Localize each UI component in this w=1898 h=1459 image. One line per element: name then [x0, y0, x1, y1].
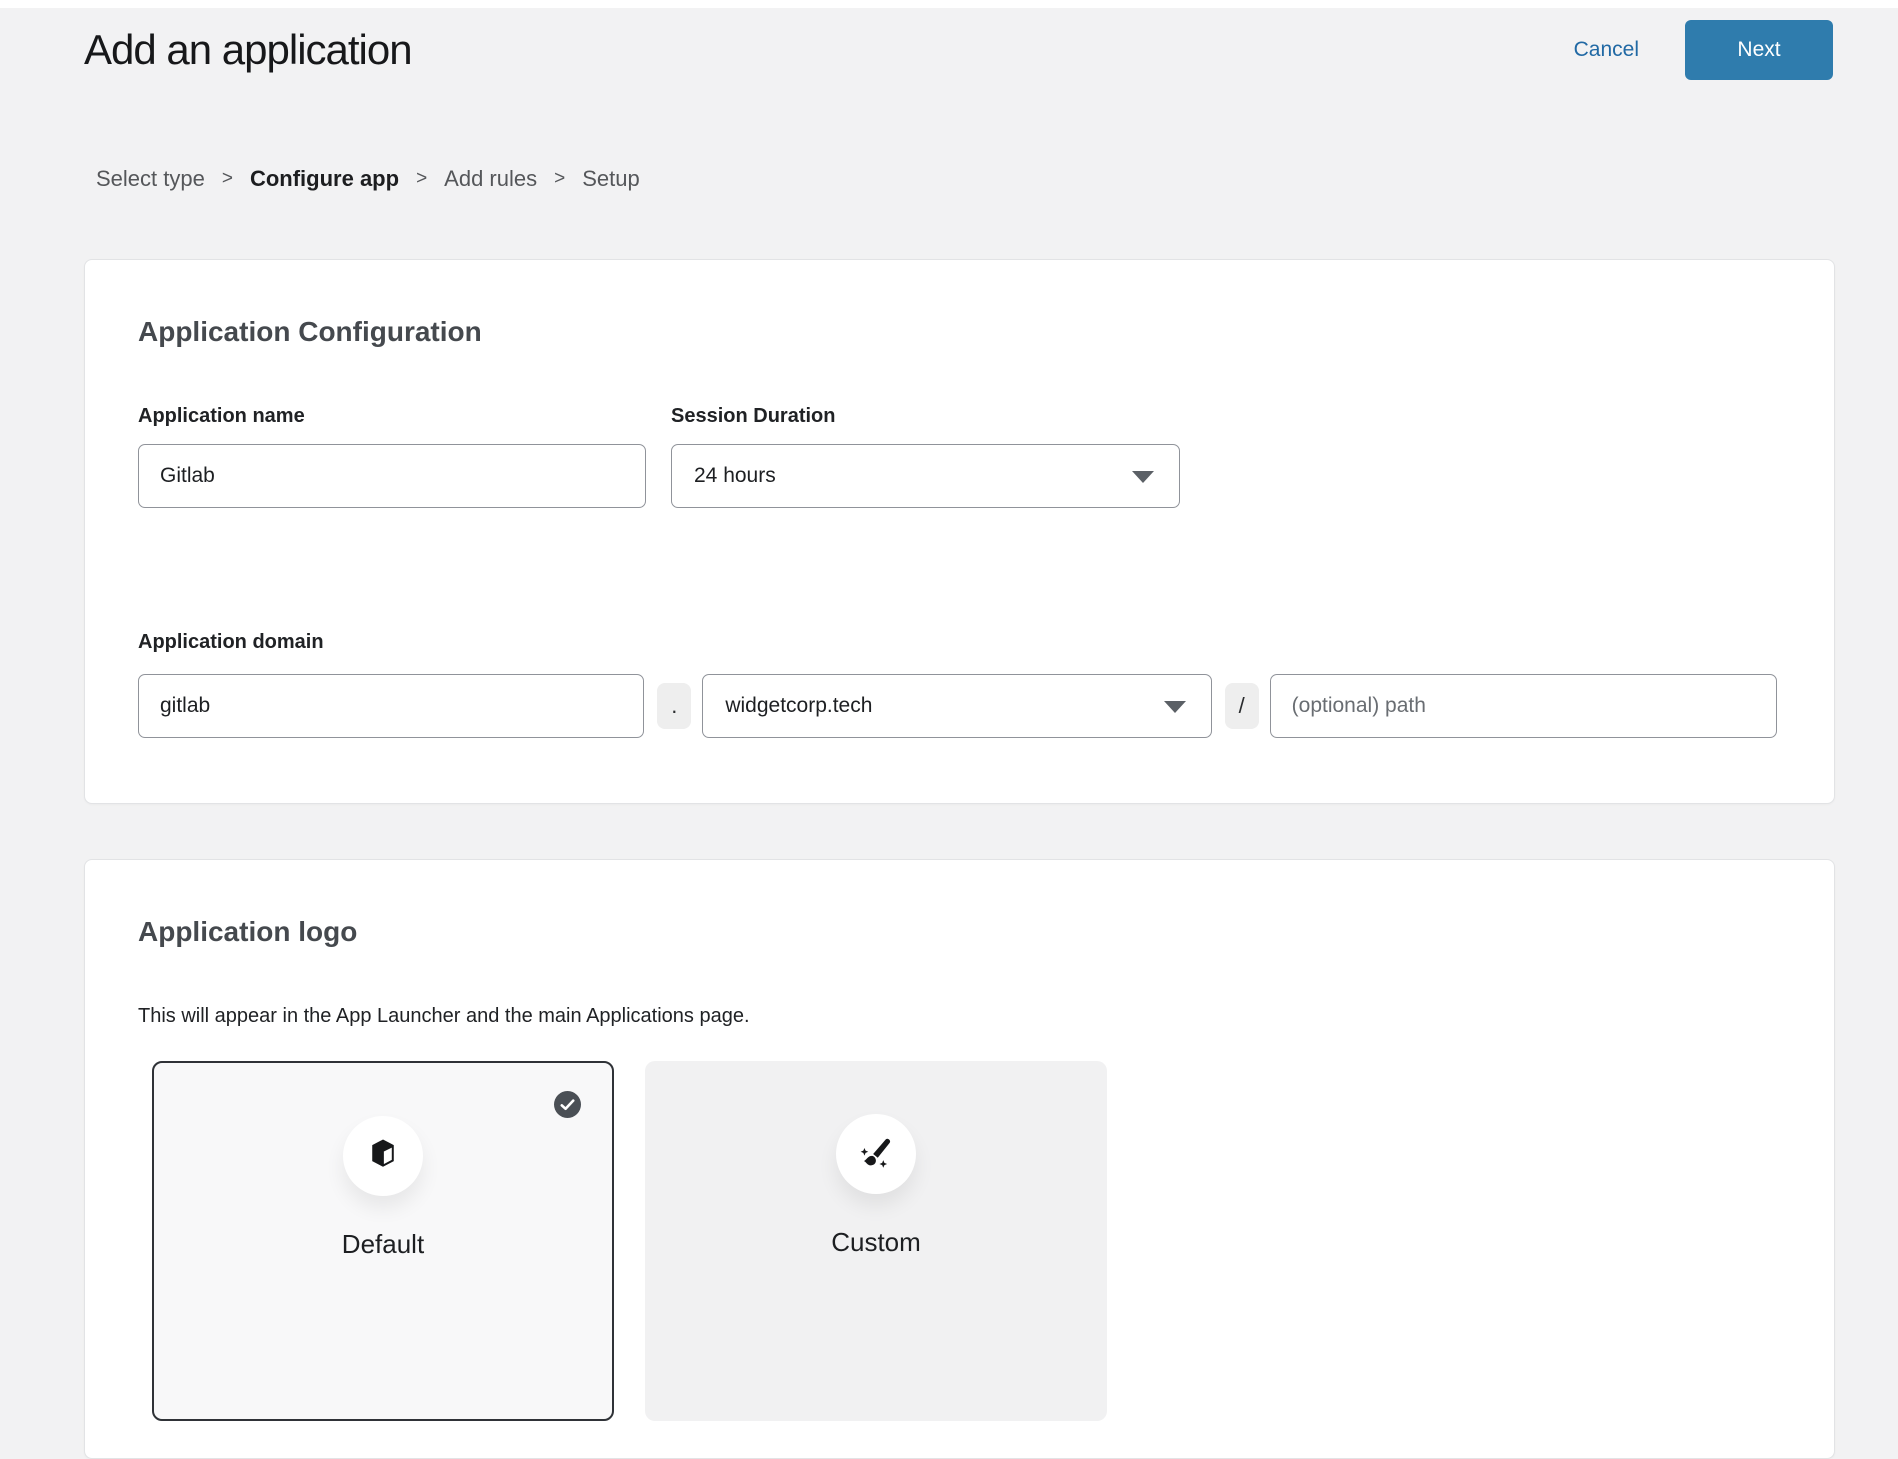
paintbrush-icon [857, 1135, 895, 1173]
top-strip [0, 0, 1898, 8]
cancel-button[interactable]: Cancel [1574, 38, 1639, 62]
next-button[interactable]: Next [1685, 20, 1833, 80]
default-logo-circle [343, 1116, 423, 1196]
session-duration-label: Session Duration [671, 404, 1180, 428]
subdomain-input[interactable] [138, 674, 644, 738]
logo-option-default[interactable]: Default [152, 1061, 614, 1421]
page-header: Add an application Cancel Next [0, 8, 1898, 80]
cube-icon [364, 1137, 402, 1175]
application-configuration-heading: Application Configuration [138, 316, 1777, 348]
application-name-field-group: Application name [138, 404, 646, 508]
logo-option-label: Custom [831, 1227, 921, 1258]
application-name-input[interactable] [138, 444, 646, 508]
breadcrumb-step-add-rules[interactable]: Add rules [444, 166, 537, 192]
check-icon [560, 1099, 575, 1111]
application-logo-heading: Application logo [138, 916, 1777, 948]
domain-select-value: widgetcorp.tech [725, 694, 872, 718]
breadcrumb: Select type > Configure app > Add rules … [96, 166, 1898, 192]
header-actions: Cancel Next [1574, 20, 1833, 80]
breadcrumb-separator: > [222, 168, 233, 190]
selected-check-badge [554, 1091, 581, 1118]
breadcrumb-step-select-type[interactable]: Select type [96, 166, 205, 192]
page-title: Add an application [84, 26, 412, 74]
dot-separator: . [657, 683, 691, 729]
breadcrumb-step-configure-app[interactable]: Configure app [250, 166, 399, 192]
caret-down-icon [1164, 701, 1186, 713]
caret-down-icon [1132, 471, 1154, 483]
logo-option-custom[interactable]: Custom [645, 1061, 1107, 1421]
breadcrumb-separator: > [554, 168, 565, 190]
session-duration-field-group: Session Duration 24 hours [671, 404, 1180, 508]
application-configuration-card: Application Configuration Application na… [84, 259, 1835, 804]
slash-separator: / [1225, 683, 1259, 729]
application-name-label: Application name [138, 404, 646, 428]
logo-option-label: Default [342, 1229, 424, 1260]
custom-logo-circle [836, 1114, 916, 1194]
application-logo-description: This will appear in the App Launcher and… [138, 1004, 1777, 1028]
logo-options-row: Default Custom [152, 1061, 1777, 1421]
session-duration-select[interactable]: 24 hours [671, 444, 1180, 508]
domain-select[interactable]: widgetcorp.tech [702, 674, 1211, 738]
application-domain-label: Application domain [138, 630, 1777, 654]
application-logo-card: Application logo This will appear in the… [84, 859, 1835, 1459]
session-duration-value: 24 hours [694, 464, 776, 488]
breadcrumb-separator: > [416, 168, 427, 190]
breadcrumb-step-setup[interactable]: Setup [582, 166, 640, 192]
application-domain-row: . widgetcorp.tech / [138, 674, 1777, 738]
path-input[interactable] [1270, 674, 1777, 738]
